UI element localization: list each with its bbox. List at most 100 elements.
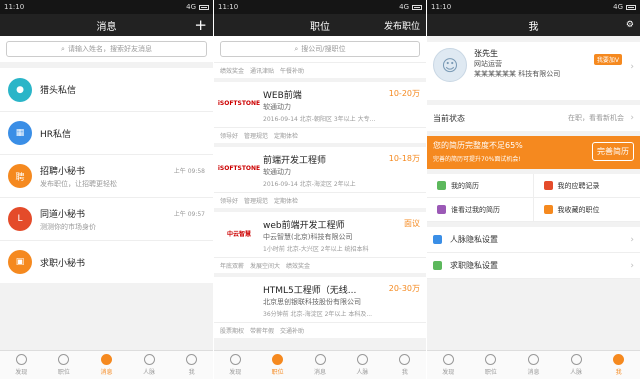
search-icon: ⌕ <box>294 44 299 53</box>
list-item[interactable]: ● 猎头私信 <box>0 68 213 111</box>
network-label: 4G <box>613 3 623 11</box>
job-title: WEB前端 <box>263 91 302 101</box>
status-bar: 11:10 4G <box>214 0 426 14</box>
chevron-right-icon: › <box>630 62 634 72</box>
tab-icon <box>356 354 368 365</box>
job-info: 中云智慧 web前端开发工程师 中云智慧(北京)科技有限公司 1小时前 北京-大兴区 … <box>214 212 426 257</box>
message-title: 同道小秘书 <box>40 209 86 220</box>
job-title: 前端开发工程师 <box>263 156 327 166</box>
profile-card[interactable]: ☺ 张先生 网站运营 某某某某某某 科技有限公司 我要加V › <box>427 42 640 100</box>
person-icon: ● <box>8 77 32 102</box>
salary: 20-30万 <box>388 284 420 293</box>
tab-2[interactable]: 消息 <box>299 351 341 379</box>
job-tags: 领导好 管理规范 定期体检 <box>214 127 426 143</box>
message-title: 招聘小秘书 <box>40 166 86 177</box>
settings-icon[interactable]: ⚙ <box>626 20 634 30</box>
job-list: iSOFTSTONE WEB前端 软通动力 2016-09-14 北京-朝阳区 3年以… <box>214 82 426 338</box>
grid-item[interactable]: 谁看过我的简历 <box>427 198 534 222</box>
message-title: HR私信 <box>40 129 72 140</box>
message-text: 猎头私信 <box>40 83 76 96</box>
tab-label: 消息 <box>314 369 327 376</box>
list-item[interactable]: L 同道小秘书 测测你的市场身价 上午 09:57 <box>0 197 213 240</box>
current-status-row[interactable]: 当前状态 在职，看看新机会 › <box>427 105 640 131</box>
battery-icon <box>626 4 636 10</box>
tab-bar: 发现 职位 消息 人脉 我 <box>0 350 213 379</box>
resume-banner: 您的简历完整度不足65% 完善的简历可提升70%面试机会! 完善简历 <box>427 136 640 169</box>
status-bar: 11:10 4G <box>0 0 213 14</box>
tab-icon <box>442 354 454 365</box>
grid-item-label: 我收藏的职位 <box>557 205 600 214</box>
battery-icon <box>412 4 422 10</box>
tab-label: 消息 <box>527 369 540 376</box>
tab-label: 我 <box>401 369 408 376</box>
add-icon[interactable]: + <box>194 16 207 34</box>
job-tag: 管理规范 <box>244 198 269 205</box>
tab-label: 职位 <box>57 369 70 376</box>
tab-2[interactable]: 消息 <box>85 351 128 379</box>
tab-3[interactable]: 人脉 <box>341 351 383 379</box>
settings-row-label: 求职隐私设置 <box>450 261 498 270</box>
message-text: 招聘小秘书发布职位，让招聘更轻松 <box>40 164 117 189</box>
grid-item[interactable]: 我的应聘记录 <box>533 174 640 198</box>
job-card[interactable]: iSOFTSTONE 前端开发工程师 软通动力 2016-09-14 北京-海淀区 2… <box>214 147 426 208</box>
settings-row-icon <box>433 235 442 244</box>
grid-item[interactable]: 我收藏的职位 <box>533 198 640 222</box>
job-tag: 管理规范 <box>244 133 269 140</box>
search-bar[interactable]: ⌕ 请输入姓名，搜索好友消息 <box>0 36 213 62</box>
status-time: 11:10 <box>431 3 452 11</box>
messages-screen: 11:10 4G 消息 + ⌕ 请输入姓名，搜索好友消息 ● 猎头私信 ▦ HR私信聘招聘小… <box>0 0 213 379</box>
job-card[interactable]: 中云智慧 web前端开发工程师 中云智慧(北京)科技有限公司 1小时前 北京-大兴区 … <box>214 212 426 273</box>
publish-job-button[interactable]: 发布职位 <box>384 19 420 32</box>
job-card[interactable]: iSOFTSTONE WEB前端 软通动力 2016-09-14 北京-朝阳区 3年以… <box>214 82 426 143</box>
profile-grid: 我的简历 我的应聘记录 谁看过我的简历 我收藏的职位 <box>427 174 640 222</box>
tab-1[interactable]: 职位 <box>470 351 513 379</box>
tab-4[interactable]: 我 <box>170 351 213 379</box>
company-name: 软通动力 <box>263 103 291 111</box>
message-title: 猎头私信 <box>40 86 77 96</box>
job-meta: 1小时前 北京-大兴区 2年以上 统招本科 <box>263 246 369 253</box>
tab-3[interactable]: 人脉 <box>128 351 171 379</box>
tab-1[interactable]: 职位 <box>256 351 298 379</box>
tab-4[interactable]: 我 <box>384 351 426 379</box>
job-tag: 午餐补助 <box>280 68 305 75</box>
settings-row[interactable]: 人脉隐私设置 › <box>427 227 640 253</box>
job-tag: 股票期权 <box>220 328 245 335</box>
tongdao-icon: L <box>8 207 32 231</box>
tab-icon <box>314 354 326 365</box>
grid-item[interactable]: 我的简历 <box>427 174 534 198</box>
list-item[interactable]: ▣ 求职小秘书 <box>0 240 213 283</box>
job-tag: 绩效奖金 <box>286 263 311 270</box>
search-icon: ⌕ <box>61 44 65 53</box>
settings-row[interactable]: 求职隐私设置 › <box>427 253 640 279</box>
grid-item-label: 我的简历 <box>451 181 479 190</box>
message-preview: 发布职位，让招聘更轻松 <box>40 179 117 188</box>
tab-0[interactable]: 发现 <box>427 351 470 379</box>
vip-button[interactable]: 我要加V <box>593 54 622 65</box>
tab-icon <box>527 354 539 365</box>
list-item[interactable]: ▦ HR私信 <box>0 111 213 154</box>
status-bar: 11:10 4G <box>427 0 640 14</box>
search-bar[interactable]: ⌕ 搜公司/搜职位 <box>214 36 426 62</box>
job-tag: 定期体检 <box>274 198 299 205</box>
job-body: web前端开发工程师 中云智慧(北京)科技有限公司 1小时前 北京-大兴区 2年以上… <box>263 218 369 253</box>
complete-resume-button[interactable]: 完善简历 <box>592 142 634 161</box>
job-tag: 通讯津贴 <box>250 68 275 75</box>
tab-4[interactable]: 我 <box>597 351 640 379</box>
list-item[interactable]: 聘招聘小秘书 发布职位，让招聘更轻松 上午 09:58 <box>0 154 213 197</box>
message-text: 求职小秘书 <box>40 256 85 269</box>
tab-2[interactable]: 消息 <box>512 351 555 379</box>
tab-3[interactable]: 人脉 <box>555 351 598 379</box>
job-tags: 股票期权 带薪年假 交通补助 <box>214 322 426 338</box>
nav-bar: 我 ⚙ <box>427 14 640 36</box>
tab-icon <box>399 354 411 365</box>
job-card[interactable]: HTML5工程师（无线... 北京思创银联科技股份有限公司 36分钟前 北京-海淀区… <box>214 277 426 338</box>
tab-0[interactable]: 发现 <box>0 351 43 379</box>
tab-1[interactable]: 职位 <box>43 351 86 379</box>
grid-item-icon <box>437 181 446 190</box>
status-time: 11:10 <box>4 3 25 11</box>
tab-0[interactable]: 发现 <box>214 351 256 379</box>
tab-label: 发现 <box>442 369 455 376</box>
tab-icon <box>570 354 582 365</box>
message-preview: 测测你的市场身价 <box>40 222 96 231</box>
tab-icon <box>58 354 70 365</box>
